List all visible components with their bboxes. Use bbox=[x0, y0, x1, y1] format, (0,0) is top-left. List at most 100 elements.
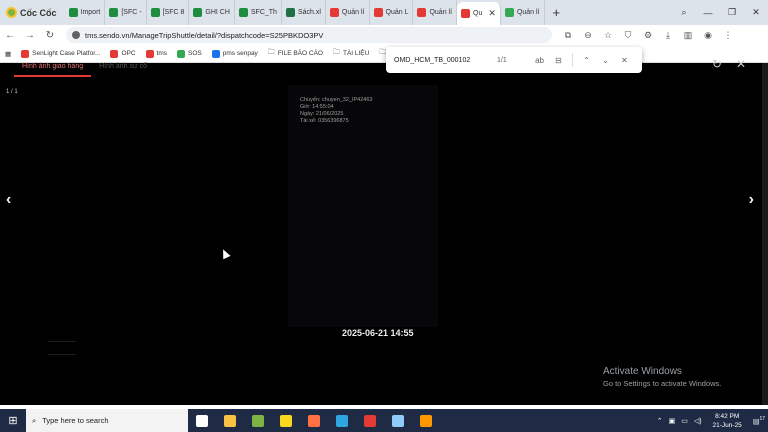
tab-favicon-icon bbox=[461, 9, 471, 18]
tab-close-icon[interactable]: ✕ bbox=[488, 8, 496, 19]
forward-button[interactable]: → bbox=[20, 30, 40, 41]
tab-incident-images[interactable]: Hình ảnh sự cố bbox=[91, 63, 155, 77]
new-tab-button[interactable]: + bbox=[545, 5, 569, 20]
file-explorer-icon[interactable] bbox=[216, 409, 244, 432]
find-next-button[interactable]: ⌄ bbox=[596, 56, 615, 65]
tab-favicon-icon bbox=[329, 8, 339, 17]
bookmark-item[interactable]: 🗀 TÀI LIỆU bbox=[328, 48, 374, 59]
browser-tab[interactable]: Import bbox=[65, 0, 106, 25]
download-icon[interactable]: ⤓ bbox=[658, 30, 678, 41]
tab-label: Quản lí bbox=[516, 9, 540, 16]
sidebar-icon[interactable]: ▥ bbox=[678, 30, 698, 41]
folder-icon: 🗀 bbox=[332, 49, 340, 56]
browser-tab[interactable]: Qu ✕ bbox=[457, 2, 501, 25]
windows-start-icon[interactable]: ⊞ bbox=[0, 414, 26, 427]
clock-time: 8:42 PM bbox=[715, 412, 740, 420]
notification-icon[interactable]: ▤17 bbox=[750, 416, 768, 425]
bookmark-label: SenLight Case Platfor... bbox=[32, 50, 101, 57]
shield-icon[interactable]: ⛉ bbox=[618, 30, 638, 41]
next-image-button[interactable]: › bbox=[749, 191, 754, 209]
app-orange-icon[interactable] bbox=[412, 409, 440, 432]
chrome-like-icon[interactable] bbox=[300, 409, 328, 432]
photo-overlay-text: Chuyến: chuyen_32_IP42463 Giờ: 14:55:04 … bbox=[300, 97, 372, 125]
maximize-button[interactable]: ❐ bbox=[720, 7, 744, 18]
browser-tab[interactable]: Sách.xl bbox=[282, 0, 326, 25]
window-controls: ⌕ — ❐ ✕ bbox=[672, 0, 768, 25]
activate-title: Activate Windows bbox=[603, 366, 682, 377]
bookmark-label: OPC bbox=[121, 50, 136, 57]
app-red-glyph bbox=[364, 414, 376, 427]
coccoc-logo-icon bbox=[6, 7, 17, 18]
url-text: tms.sendo.vn/ManageTripShuttle/detail/?d… bbox=[85, 30, 324, 40]
find-input[interactable] bbox=[394, 56, 490, 64]
chrome-like-glyph bbox=[308, 414, 320, 427]
tab-favicon-icon bbox=[193, 8, 203, 17]
bookmark-item[interactable]: pms senpay bbox=[207, 49, 263, 58]
find-prev-button[interactable]: ⌃ bbox=[577, 56, 596, 65]
browser-tab[interactable]: Quản lí bbox=[413, 0, 458, 25]
tab-favicon-icon bbox=[417, 8, 427, 17]
overlay-line: Tài xế: 0356396875 bbox=[300, 118, 349, 124]
browser-tab[interactable]: [SFC 8 bbox=[147, 0, 190, 25]
close-viewer-icon[interactable]: ✕ bbox=[736, 57, 746, 71]
prev-image-button[interactable]: ‹ bbox=[6, 191, 11, 209]
sticky-notes-icon[interactable] bbox=[272, 409, 300, 432]
translate-icon[interactable]: ⧉ bbox=[558, 30, 578, 41]
network-icon[interactable]: ▭ bbox=[678, 417, 691, 425]
bookmark-label: FILE BÁO CÁO bbox=[277, 50, 323, 57]
bookmark-item[interactable]: OPC bbox=[105, 49, 140, 58]
bookmark-item[interactable]: SenLight Case Platfor... bbox=[16, 49, 105, 58]
search-icon: ⌕ bbox=[32, 415, 37, 425]
faint-thumbnail bbox=[48, 341, 76, 355]
tab-search-icon[interactable]: ⌕ bbox=[672, 7, 696, 18]
overlay-line: Giờ: 14:55:04 bbox=[300, 104, 334, 110]
clock[interactable]: 8:42 PM 21-Jun-25 bbox=[705, 412, 750, 430]
bookmark-star-icon[interactable]: ☆ bbox=[598, 30, 618, 41]
browser-tab[interactable]: SFC_Th bbox=[235, 0, 282, 25]
bookmark-item[interactable]: 🗀 FILE BÁO CÁO bbox=[263, 48, 328, 59]
extensions-icon[interactable]: ⚙ bbox=[638, 30, 658, 41]
viewer-tabs: Hình ảnh giao hàng Hình ảnh sự cố bbox=[14, 63, 155, 77]
browser-tab[interactable]: [SFC - bbox=[105, 0, 147, 25]
address-bar: ← → ↻ tms.sendo.vn/ManageTripShuttle/det… bbox=[0, 25, 768, 45]
app-blue-icon[interactable] bbox=[384, 409, 412, 432]
back-button[interactable]: ← bbox=[0, 30, 20, 41]
match-case-button[interactable]: ab bbox=[530, 56, 549, 65]
bookmark-item[interactable]: SOS bbox=[172, 49, 207, 58]
site-info-icon[interactable] bbox=[72, 31, 80, 39]
tab-favicon-icon bbox=[68, 8, 78, 17]
rotate-icon[interactable]: ↻ bbox=[712, 57, 722, 71]
activate-subtitle: Go to Settings to activate Windows. bbox=[603, 379, 722, 388]
close-window-button[interactable]: ✕ bbox=[744, 7, 768, 18]
browser-tab[interactable]: Quản L bbox=[370, 0, 414, 25]
zoom-icon[interactable]: ⊖ bbox=[578, 30, 598, 41]
edge-icon[interactable] bbox=[328, 409, 356, 432]
bookmark-item[interactable]: tms bbox=[141, 49, 172, 58]
browser-tab[interactable]: Quản lí bbox=[326, 0, 370, 25]
reload-button[interactable]: ↻ bbox=[40, 30, 60, 41]
minimize-button[interactable]: — bbox=[696, 8, 720, 18]
menu-icon[interactable]: ⋮ bbox=[718, 30, 738, 41]
tab-label: Quản L bbox=[385, 9, 409, 16]
tab-delivery-images[interactable]: Hình ảnh giao hàng bbox=[14, 63, 92, 77]
tray-app-icon[interactable]: ▣ bbox=[666, 417, 679, 425]
tray-chevron-icon[interactable]: ⌃ bbox=[654, 417, 666, 425]
volume-icon[interactable]: ◁) bbox=[691, 417, 705, 425]
tab-label: SFC_Th bbox=[250, 9, 277, 16]
profile-icon[interactable]: ◉ bbox=[698, 30, 718, 41]
browser-tab[interactable]: Quản lí bbox=[501, 0, 545, 25]
browser-tab[interactable]: GHI CH bbox=[189, 0, 235, 25]
task-view-icon[interactable] bbox=[188, 409, 216, 432]
tab-favicon-icon bbox=[238, 8, 248, 17]
bookmark-favicon-icon bbox=[21, 49, 30, 58]
find-divider bbox=[572, 53, 573, 67]
page-scrollbar[interactable] bbox=[762, 63, 768, 405]
coccoc-icon[interactable] bbox=[244, 409, 272, 432]
app-red-icon[interactable] bbox=[356, 409, 384, 432]
regex-icon[interactable]: ⊟ bbox=[549, 56, 568, 65]
find-close-button[interactable]: ✕ bbox=[615, 56, 634, 65]
url-input[interactable]: tms.sendo.vn/ManageTripShuttle/detail/?d… bbox=[66, 27, 552, 43]
taskbar-search[interactable]: ⌕ Type here to search bbox=[26, 409, 188, 432]
apps-grid-icon[interactable]: ▦ bbox=[0, 50, 16, 58]
delivery-photo: Chuyến: chuyen_32_IP42463 Giờ: 14:55:04 … bbox=[288, 85, 438, 327]
